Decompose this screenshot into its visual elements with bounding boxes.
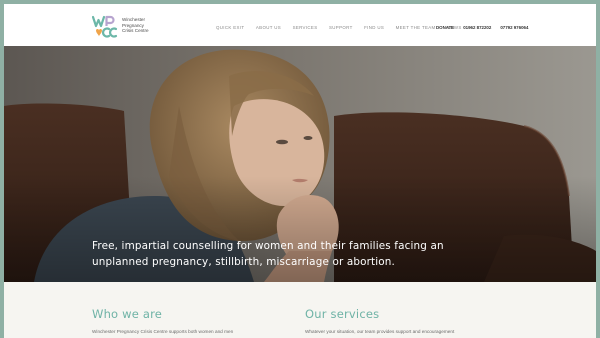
nav-quick-exit[interactable]: QUICK EXIT <box>216 25 244 30</box>
content-section: Who we are Winchester Pregnancy Crisis C… <box>4 282 596 338</box>
nav-find-us[interactable]: FIND US <box>364 25 384 30</box>
site-header: Winchester Pregnancy Crisis Centre QUICK… <box>4 4 596 46</box>
site-logo[interactable]: Winchester Pregnancy Crisis Centre <box>92 15 164 39</box>
hero-caption: Free, impartial counselling for women an… <box>92 240 444 268</box>
who-we-are-heading: Who we are <box>92 307 163 321</box>
header-right-links: DONATE 01962 872202 07792 976064 <box>436 23 528 31</box>
nav-services[interactable]: SERVICES <box>293 25 318 30</box>
nav-about-us[interactable]: ABOUT US <box>256 25 281 30</box>
phone-link-1[interactable]: 01962 872202 <box>463 25 491 30</box>
who-we-are-text: Winchester Pregnancy Crisis Centre suppo… <box>92 329 234 334</box>
nav-support[interactable]: SUPPORT <box>329 25 353 30</box>
logo-line-1: Winchester <box>122 17 145 22</box>
donate-link[interactable]: DONATE <box>436 25 454 30</box>
phone-link-2[interactable]: 07792 976064 <box>500 25 528 30</box>
wpcc-logo-icon <box>92 15 118 38</box>
logo-text: Winchester Pregnancy Crisis Centre <box>122 17 149 34</box>
hero-banner: Free, impartial counselling for women an… <box>4 46 596 282</box>
our-services-heading: Our services <box>305 307 380 321</box>
nav-meet-the-team[interactable]: MEET THE TEAM <box>396 25 436 30</box>
page: Winchester Pregnancy Crisis Centre QUICK… <box>4 4 596 338</box>
main-nav: QUICK EXIT ABOUT US SERVICES SUPPORT FIN… <box>216 23 462 31</box>
logo-line-3: Crisis Centre <box>122 28 149 34</box>
our-services-text: Whatever your situation, our team provid… <box>305 329 455 334</box>
